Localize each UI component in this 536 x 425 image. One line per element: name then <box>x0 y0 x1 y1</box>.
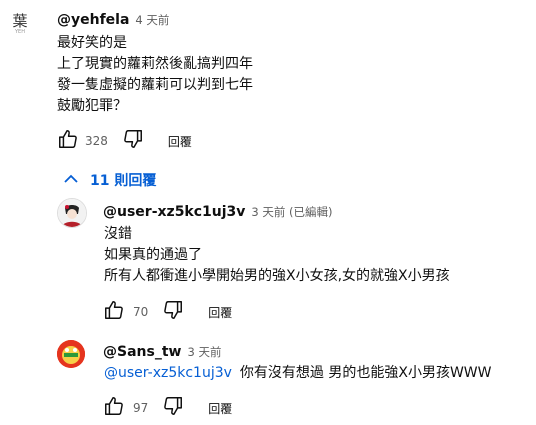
comment-line: 發一隻虛擬的蘿莉可以判到七年 <box>57 77 253 93</box>
mention-link[interactable]: @user-xz5kc1uj3v <box>104 365 232 381</box>
comment-header: @yehfela 4 天前 <box>57 9 169 28</box>
reply-actions: 70 回覆 <box>103 299 232 325</box>
thumbs-down-icon[interactable] <box>162 395 184 421</box>
reply-actions: 97 回覆 <box>103 395 232 421</box>
avatar[interactable]: 葉 YEH <box>2 6 38 42</box>
like-count: 97 <box>133 401 149 415</box>
like-count: 328 <box>85 134 108 148</box>
replies-toggle-label: 11 則回覆 <box>90 173 157 189</box>
reply-line: 如果真的通過了 <box>104 247 202 263</box>
reply-line: 所有人都衝進小學開始男的強X小女孩,女的就強X小男孩 <box>104 268 450 284</box>
reply-body: @user-xz5kc1uj3v 你有沒有想過 男的也能強X小男孩WWW <box>104 363 491 384</box>
reply-header: @Sans_tw 3 天前 <box>103 341 221 360</box>
reply-author[interactable]: @Sans_tw <box>103 344 181 360</box>
reply-text: 你有沒有想過 男的也能強X小男孩WWW <box>239 365 492 381</box>
avatar-illustration-icon <box>57 340 85 368</box>
thumbs-down-icon[interactable] <box>162 299 184 325</box>
reply-button[interactable]: 回覆 <box>168 133 192 150</box>
thumbs-up-icon[interactable] <box>103 395 125 421</box>
avatar-illustration-icon <box>58 199 86 227</box>
reply-time[interactable]: 3 天前 (已編輯) <box>251 205 332 219</box>
reply-time[interactable]: 3 天前 <box>187 345 221 359</box>
reply-button[interactable]: 回覆 <box>208 304 232 321</box>
reply-author[interactable]: @user-xz5kc1uj3v <box>103 204 245 220</box>
avatar[interactable] <box>57 198 87 228</box>
comment-line: 最好笑的是 <box>57 35 127 51</box>
comment-author[interactable]: @yehfela <box>57 12 129 28</box>
comment-time[interactable]: 4 天前 <box>135 13 169 27</box>
avatar[interactable] <box>57 340 85 368</box>
avatar-glyph: 葉 <box>12 12 28 30</box>
comment-body: 最好笑的是 上了現實的蘿莉然後亂搞判四年 發一隻虛擬的蘿莉可以判到七年 鼓勵犯罪… <box>57 33 253 117</box>
thumbs-up-icon[interactable] <box>103 299 125 325</box>
replies-toggle[interactable]: 11 則回覆 <box>64 170 156 190</box>
reply-button[interactable]: 回覆 <box>208 400 232 417</box>
reply-header: @user-xz5kc1uj3v 3 天前 (已編輯) <box>103 201 333 220</box>
like-count: 70 <box>133 305 149 319</box>
comment-line: 鼓勵犯罪？ <box>57 98 127 114</box>
comment-line: 上了現實的蘿莉然後亂搞判四年 <box>57 56 253 72</box>
chevron-up-icon <box>64 172 78 188</box>
avatar-caption: YEH <box>15 29 25 35</box>
thumbs-down-icon[interactable] <box>122 128 144 154</box>
thumbs-up-icon[interactable] <box>57 128 79 154</box>
reply-line: 沒錯 <box>104 226 132 242</box>
reply-body: 沒錯 如果真的通過了 所有人都衝進小學開始男的強X小女孩,女的就強X小男孩 <box>104 224 450 287</box>
comment-actions: 328 回覆 <box>57 128 192 154</box>
